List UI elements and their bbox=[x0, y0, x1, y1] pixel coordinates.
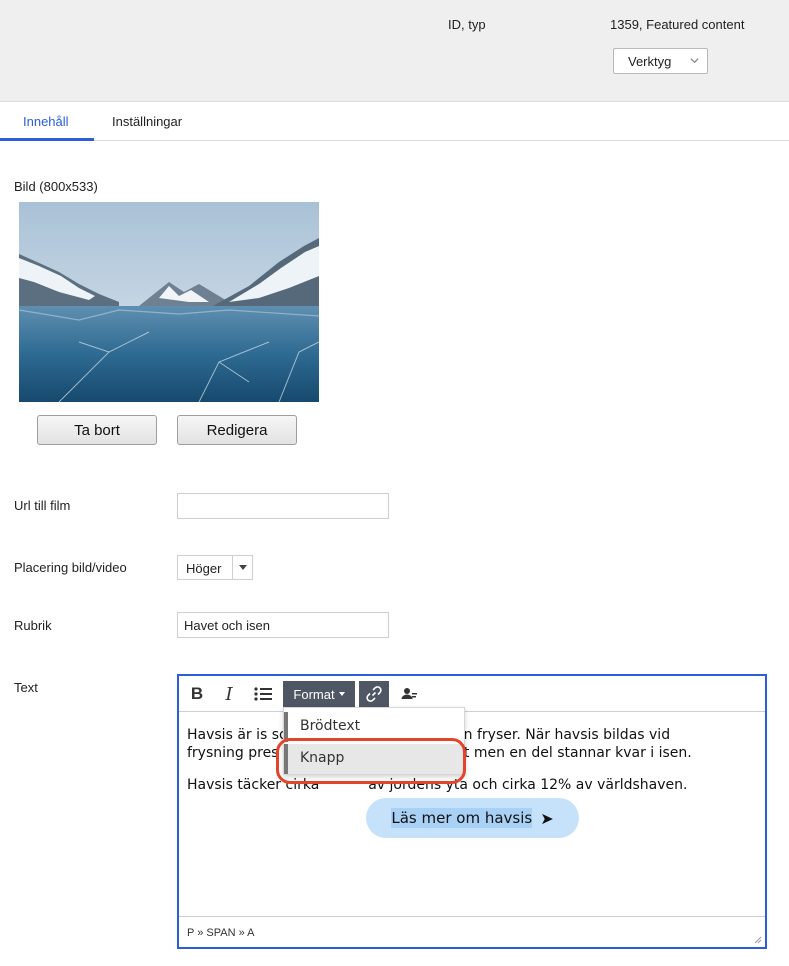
lake-image bbox=[19, 202, 319, 402]
active-tab-indicator bbox=[0, 138, 94, 141]
editor-toolbar: B I Format bbox=[179, 676, 765, 712]
caret-down-icon bbox=[338, 692, 345, 696]
annotation-highlight-ring bbox=[276, 738, 466, 784]
bold-button[interactable]: B bbox=[187, 681, 207, 707]
tab-content[interactable]: Innehåll bbox=[23, 114, 69, 129]
link-icon bbox=[366, 686, 382, 702]
film-url-label: Url till film bbox=[14, 498, 71, 513]
format-dropdown-button[interactable]: Format bbox=[283, 681, 355, 707]
paragraph-1: Havsis är is so vsvatten fryser. När havs… bbox=[187, 726, 757, 762]
meta-label: ID, typ bbox=[448, 17, 486, 32]
resize-handle-icon[interactable] bbox=[753, 935, 762, 944]
text-label: Text bbox=[14, 680, 38, 695]
person-icon bbox=[401, 688, 417, 699]
person-button[interactable] bbox=[399, 681, 419, 707]
chevron-down-icon bbox=[690, 58, 699, 64]
image-label: Bild (800x533) bbox=[14, 179, 98, 194]
meta-value: 1359, Featured content bbox=[610, 17, 745, 32]
tab-bar: Innehåll Inställningar bbox=[0, 103, 789, 141]
placement-label: Placering bild/video bbox=[14, 560, 127, 575]
remove-image-button[interactable]: Ta bort bbox=[37, 415, 157, 445]
paragraph-2: Havsis täcker cirka av jordens yta och c… bbox=[187, 776, 757, 794]
format-label: Format bbox=[293, 686, 335, 702]
tools-label: Verktyg bbox=[628, 53, 672, 69]
placement-value: Höger bbox=[186, 561, 222, 576]
rich-text-editor[interactable]: B I Format Havsis är is so vsvatten frys… bbox=[177, 674, 767, 949]
edit-image-button[interactable]: Redigera bbox=[177, 415, 297, 445]
caret-down-icon bbox=[239, 565, 247, 570]
image-preview bbox=[19, 202, 319, 402]
paragraph-1-line-1-start: Havsis är is so bbox=[187, 727, 288, 743]
link-button[interactable] bbox=[359, 681, 389, 707]
read-more-button[interactable]: Läs mer om havsis ➤ bbox=[366, 798, 579, 838]
placement-select[interactable]: Höger bbox=[177, 555, 253, 580]
italic-button[interactable]: I bbox=[219, 681, 239, 707]
tab-settings[interactable]: Inställningar bbox=[112, 114, 182, 129]
read-more-label: Läs mer om havsis bbox=[391, 808, 533, 828]
film-url-input[interactable] bbox=[177, 493, 389, 519]
paragraph-1-line-2-end: et ut men en del stannar kvar i isen. bbox=[436, 745, 692, 761]
tools-dropdown-button[interactable]: Verktyg bbox=[613, 48, 708, 74]
element-path: P » SPAN » A bbox=[179, 916, 765, 947]
top-header: ID, typ 1359, Featured content Verktyg bbox=[0, 0, 789, 102]
editor-content[interactable]: Havsis är is so vsvatten fryser. När havs… bbox=[187, 726, 757, 808]
select-divider bbox=[232, 556, 233, 579]
bullet-list-icon bbox=[254, 687, 272, 701]
headline-input[interactable]: Havet och isen bbox=[177, 612, 389, 638]
headline-label: Rubrik bbox=[14, 618, 52, 633]
bullet-list-button[interactable] bbox=[252, 681, 274, 707]
paragraph-1-line-2-start: frysning pres bbox=[187, 745, 279, 761]
arrow-right-icon: ➤ bbox=[540, 808, 554, 828]
